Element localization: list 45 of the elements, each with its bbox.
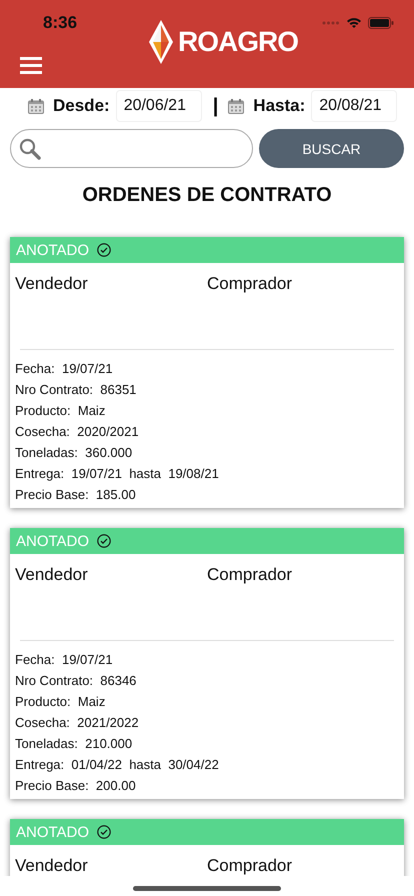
- detail-text: Producto: Maiz: [15, 402, 106, 420]
- menu-icon: [20, 57, 42, 74]
- detail-text: Toneladas: 210.000: [15, 735, 134, 753]
- seller-label: Vendedor: [15, 565, 89, 586]
- check-circle-icon: [97, 243, 112, 257]
- wifi-icon: [346, 17, 362, 29]
- detail-text: Precio Base: 185.00: [15, 486, 137, 504]
- detail-text: Entrega: 01/04/22 hasta 30/04/22: [15, 756, 220, 774]
- detail-text: Toneladas: 360.000: [15, 444, 134, 462]
- check-circle-icon: [97, 825, 112, 839]
- detail-text: Entrega: 19/07/21 hasta 19/08/21: [15, 465, 220, 483]
- seller-label: Vendedor: [15, 274, 89, 295]
- to-label: Hasta:: [253, 96, 306, 116]
- from-date-field[interactable]: 20/06/21: [116, 90, 202, 122]
- brand-name: ROAGRO: [178, 26, 298, 58]
- seller-label: Vendedor: [15, 856, 89, 876]
- detail-text: Cosecha: 2021/2022: [15, 714, 140, 732]
- status-time: 8:36: [43, 13, 78, 33]
- to-date-field[interactable]: 20/08/21: [311, 90, 398, 122]
- detail-text: Nro Contrato: 86351: [15, 381, 138, 399]
- separator: |: [212, 94, 218, 118]
- logo-icon: [148, 19, 174, 65]
- buyer-label: Comprador: [207, 856, 294, 876]
- check-circle-icon: [97, 534, 112, 548]
- detail-text: Producto: Maiz: [15, 693, 106, 711]
- menu-button[interactable]: [20, 57, 42, 74]
- status-label: ANOTADO: [16, 824, 90, 840]
- search-icon: [19, 138, 41, 160]
- search-button[interactable]: BUSCAR: [259, 129, 404, 168]
- buyer-label: Comprador: [207, 274, 294, 295]
- detail-text: Nro Contrato: 86346: [15, 672, 138, 690]
- status-label: ANOTADO: [16, 532, 90, 550]
- detail-text: Fecha: 19/07/21: [15, 360, 114, 378]
- page-title: ORDENES DE CONTRATO: [82, 184, 332, 206]
- search-field[interactable]: [10, 129, 253, 168]
- detail-text: Fecha: 19/07/21: [15, 651, 114, 669]
- buyer-label: Comprador: [207, 565, 294, 586]
- status-label: ANOTADO: [16, 242, 90, 258]
- signal-icon: [322, 20, 340, 26]
- calendar-icon: [228, 98, 244, 114]
- calendar-icon: [28, 98, 44, 114]
- detail-text: Precio Base: 200.00: [15, 777, 137, 795]
- detail-text: Cosecha: 2020/2021: [15, 423, 140, 441]
- battery-icon: [368, 17, 394, 29]
- from-label: Desde:: [53, 96, 110, 116]
